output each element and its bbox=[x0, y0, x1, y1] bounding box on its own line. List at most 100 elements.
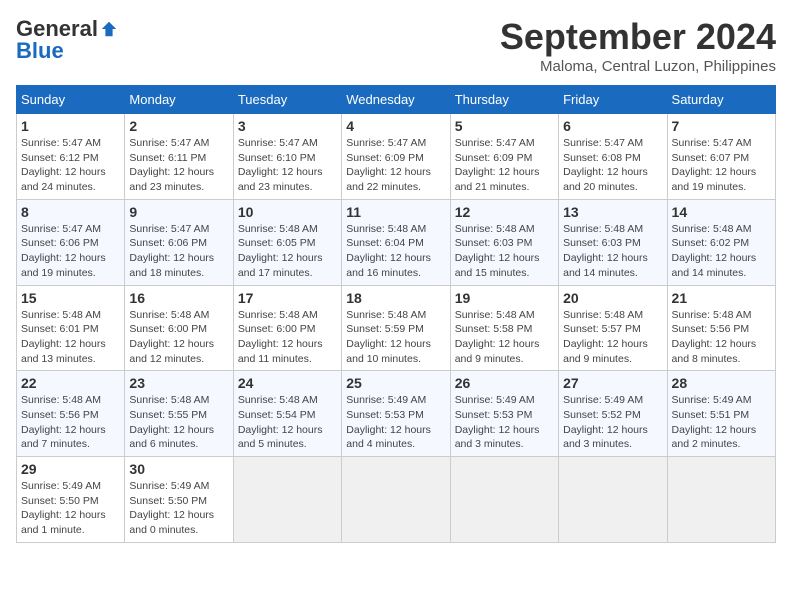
day-info: Sunrise: 5:48 AM Sunset: 5:55 PM Dayligh… bbox=[129, 393, 228, 452]
calendar-cell: 24 Sunrise: 5:48 AM Sunset: 5:54 PM Dayl… bbox=[233, 371, 341, 457]
calendar-cell: 1 Sunrise: 5:47 AM Sunset: 6:12 PM Dayli… bbox=[17, 114, 125, 200]
calendar-cell: 3 Sunrise: 5:47 AM Sunset: 6:10 PM Dayli… bbox=[233, 114, 341, 200]
day-number: 19 bbox=[455, 290, 554, 306]
page-header: General Blue September 2024 Maloma, Cent… bbox=[16, 16, 776, 75]
day-info: Sunrise: 5:48 AM Sunset: 6:01 PM Dayligh… bbox=[21, 308, 120, 367]
day-number: 6 bbox=[563, 118, 662, 134]
week-row-2: 8 Sunrise: 5:47 AM Sunset: 6:06 PM Dayli… bbox=[17, 199, 776, 285]
calendar-cell: 29 Sunrise: 5:49 AM Sunset: 5:50 PM Dayl… bbox=[17, 457, 125, 543]
day-number: 23 bbox=[129, 375, 228, 391]
day-number: 20 bbox=[563, 290, 662, 306]
weekday-header-row: SundayMondayTuesdayWednesdayThursdayFrid… bbox=[17, 86, 776, 114]
day-info: Sunrise: 5:48 AM Sunset: 5:56 PM Dayligh… bbox=[21, 393, 120, 452]
day-number: 30 bbox=[129, 461, 228, 477]
day-number: 3 bbox=[238, 118, 337, 134]
calendar-cell bbox=[559, 457, 667, 543]
calendar-cell: 19 Sunrise: 5:48 AM Sunset: 5:58 PM Dayl… bbox=[450, 285, 558, 371]
day-number: 2 bbox=[129, 118, 228, 134]
calendar-cell: 7 Sunrise: 5:47 AM Sunset: 6:07 PM Dayli… bbox=[667, 114, 775, 200]
calendar-cell: 26 Sunrise: 5:49 AM Sunset: 5:53 PM Dayl… bbox=[450, 371, 558, 457]
calendar-cell: 15 Sunrise: 5:48 AM Sunset: 6:01 PM Dayl… bbox=[17, 285, 125, 371]
week-row-1: 1 Sunrise: 5:47 AM Sunset: 6:12 PM Dayli… bbox=[17, 114, 776, 200]
calendar-cell: 22 Sunrise: 5:48 AM Sunset: 5:56 PM Dayl… bbox=[17, 371, 125, 457]
day-info: Sunrise: 5:47 AM Sunset: 6:09 PM Dayligh… bbox=[346, 136, 445, 195]
calendar-cell: 13 Sunrise: 5:48 AM Sunset: 6:03 PM Dayl… bbox=[559, 199, 667, 285]
calendar-cell: 4 Sunrise: 5:47 AM Sunset: 6:09 PM Dayli… bbox=[342, 114, 450, 200]
weekday-header-tuesday: Tuesday bbox=[233, 86, 341, 114]
calendar-cell: 27 Sunrise: 5:49 AM Sunset: 5:52 PM Dayl… bbox=[559, 371, 667, 457]
day-info: Sunrise: 5:48 AM Sunset: 6:02 PM Dayligh… bbox=[672, 222, 771, 281]
day-number: 9 bbox=[129, 204, 228, 220]
day-number: 5 bbox=[455, 118, 554, 134]
calendar-cell: 30 Sunrise: 5:49 AM Sunset: 5:50 PM Dayl… bbox=[125, 457, 233, 543]
week-row-4: 22 Sunrise: 5:48 AM Sunset: 5:56 PM Dayl… bbox=[17, 371, 776, 457]
day-info: Sunrise: 5:48 AM Sunset: 5:54 PM Dayligh… bbox=[238, 393, 337, 452]
calendar-cell: 17 Sunrise: 5:48 AM Sunset: 6:00 PM Dayl… bbox=[233, 285, 341, 371]
day-info: Sunrise: 5:47 AM Sunset: 6:10 PM Dayligh… bbox=[238, 136, 337, 195]
calendar-cell bbox=[450, 457, 558, 543]
day-info: Sunrise: 5:49 AM Sunset: 5:53 PM Dayligh… bbox=[455, 393, 554, 452]
calendar-cell: 5 Sunrise: 5:47 AM Sunset: 6:09 PM Dayli… bbox=[450, 114, 558, 200]
day-number: 17 bbox=[238, 290, 337, 306]
day-number: 15 bbox=[21, 290, 120, 306]
month-title: September 2024 bbox=[500, 16, 776, 58]
calendar-cell: 25 Sunrise: 5:49 AM Sunset: 5:53 PM Dayl… bbox=[342, 371, 450, 457]
calendar-cell: 21 Sunrise: 5:48 AM Sunset: 5:56 PM Dayl… bbox=[667, 285, 775, 371]
day-info: Sunrise: 5:48 AM Sunset: 6:03 PM Dayligh… bbox=[455, 222, 554, 281]
weekday-header-friday: Friday bbox=[559, 86, 667, 114]
calendar-cell: 18 Sunrise: 5:48 AM Sunset: 5:59 PM Dayl… bbox=[342, 285, 450, 371]
weekday-header-thursday: Thursday bbox=[450, 86, 558, 114]
day-number: 26 bbox=[455, 375, 554, 391]
week-row-5: 29 Sunrise: 5:49 AM Sunset: 5:50 PM Dayl… bbox=[17, 457, 776, 543]
calendar-cell: 11 Sunrise: 5:48 AM Sunset: 6:04 PM Dayl… bbox=[342, 199, 450, 285]
day-info: Sunrise: 5:48 AM Sunset: 5:58 PM Dayligh… bbox=[455, 308, 554, 367]
day-info: Sunrise: 5:47 AM Sunset: 6:07 PM Dayligh… bbox=[672, 136, 771, 195]
day-number: 22 bbox=[21, 375, 120, 391]
day-number: 7 bbox=[672, 118, 771, 134]
calendar-cell: 9 Sunrise: 5:47 AM Sunset: 6:06 PM Dayli… bbox=[125, 199, 233, 285]
day-number: 16 bbox=[129, 290, 228, 306]
weekday-header-sunday: Sunday bbox=[17, 86, 125, 114]
calendar-cell bbox=[667, 457, 775, 543]
calendar-cell: 2 Sunrise: 5:47 AM Sunset: 6:11 PM Dayli… bbox=[125, 114, 233, 200]
day-number: 18 bbox=[346, 290, 445, 306]
calendar-cell: 6 Sunrise: 5:47 AM Sunset: 6:08 PM Dayli… bbox=[559, 114, 667, 200]
day-info: Sunrise: 5:48 AM Sunset: 6:03 PM Dayligh… bbox=[563, 222, 662, 281]
day-number: 27 bbox=[563, 375, 662, 391]
day-info: Sunrise: 5:47 AM Sunset: 6:06 PM Dayligh… bbox=[21, 222, 120, 281]
day-number: 12 bbox=[455, 204, 554, 220]
calendar-cell: 12 Sunrise: 5:48 AM Sunset: 6:03 PM Dayl… bbox=[450, 199, 558, 285]
day-number: 4 bbox=[346, 118, 445, 134]
day-number: 24 bbox=[238, 375, 337, 391]
day-info: Sunrise: 5:48 AM Sunset: 6:00 PM Dayligh… bbox=[129, 308, 228, 367]
day-number: 1 bbox=[21, 118, 120, 134]
day-number: 8 bbox=[21, 204, 120, 220]
day-info: Sunrise: 5:48 AM Sunset: 5:56 PM Dayligh… bbox=[672, 308, 771, 367]
calendar-cell bbox=[342, 457, 450, 543]
title-section: September 2024 Maloma, Central Luzon, Ph… bbox=[500, 16, 776, 75]
day-number: 11 bbox=[346, 204, 445, 220]
day-info: Sunrise: 5:47 AM Sunset: 6:11 PM Dayligh… bbox=[129, 136, 228, 195]
day-info: Sunrise: 5:47 AM Sunset: 6:12 PM Dayligh… bbox=[21, 136, 120, 195]
day-number: 25 bbox=[346, 375, 445, 391]
logo-blue: Blue bbox=[16, 38, 64, 64]
day-info: Sunrise: 5:47 AM Sunset: 6:08 PM Dayligh… bbox=[563, 136, 662, 195]
logo: General Blue bbox=[16, 16, 118, 64]
day-info: Sunrise: 5:48 AM Sunset: 5:59 PM Dayligh… bbox=[346, 308, 445, 367]
calendar-cell: 28 Sunrise: 5:49 AM Sunset: 5:51 PM Dayl… bbox=[667, 371, 775, 457]
calendar-cell: 16 Sunrise: 5:48 AM Sunset: 6:00 PM Dayl… bbox=[125, 285, 233, 371]
day-info: Sunrise: 5:47 AM Sunset: 6:06 PM Dayligh… bbox=[129, 222, 228, 281]
day-number: 14 bbox=[672, 204, 771, 220]
day-info: Sunrise: 5:48 AM Sunset: 6:04 PM Dayligh… bbox=[346, 222, 445, 281]
location: Maloma, Central Luzon, Philippines bbox=[500, 58, 776, 75]
calendar-cell: 8 Sunrise: 5:47 AM Sunset: 6:06 PM Dayli… bbox=[17, 199, 125, 285]
logo-icon bbox=[100, 20, 118, 38]
day-number: 28 bbox=[672, 375, 771, 391]
day-info: Sunrise: 5:48 AM Sunset: 6:00 PM Dayligh… bbox=[238, 308, 337, 367]
day-number: 21 bbox=[672, 290, 771, 306]
calendar-table: SundayMondayTuesdayWednesdayThursdayFrid… bbox=[16, 85, 776, 543]
calendar-cell: 20 Sunrise: 5:48 AM Sunset: 5:57 PM Dayl… bbox=[559, 285, 667, 371]
weekday-header-monday: Monday bbox=[125, 86, 233, 114]
week-row-3: 15 Sunrise: 5:48 AM Sunset: 6:01 PM Dayl… bbox=[17, 285, 776, 371]
day-info: Sunrise: 5:49 AM Sunset: 5:50 PM Dayligh… bbox=[129, 479, 228, 538]
